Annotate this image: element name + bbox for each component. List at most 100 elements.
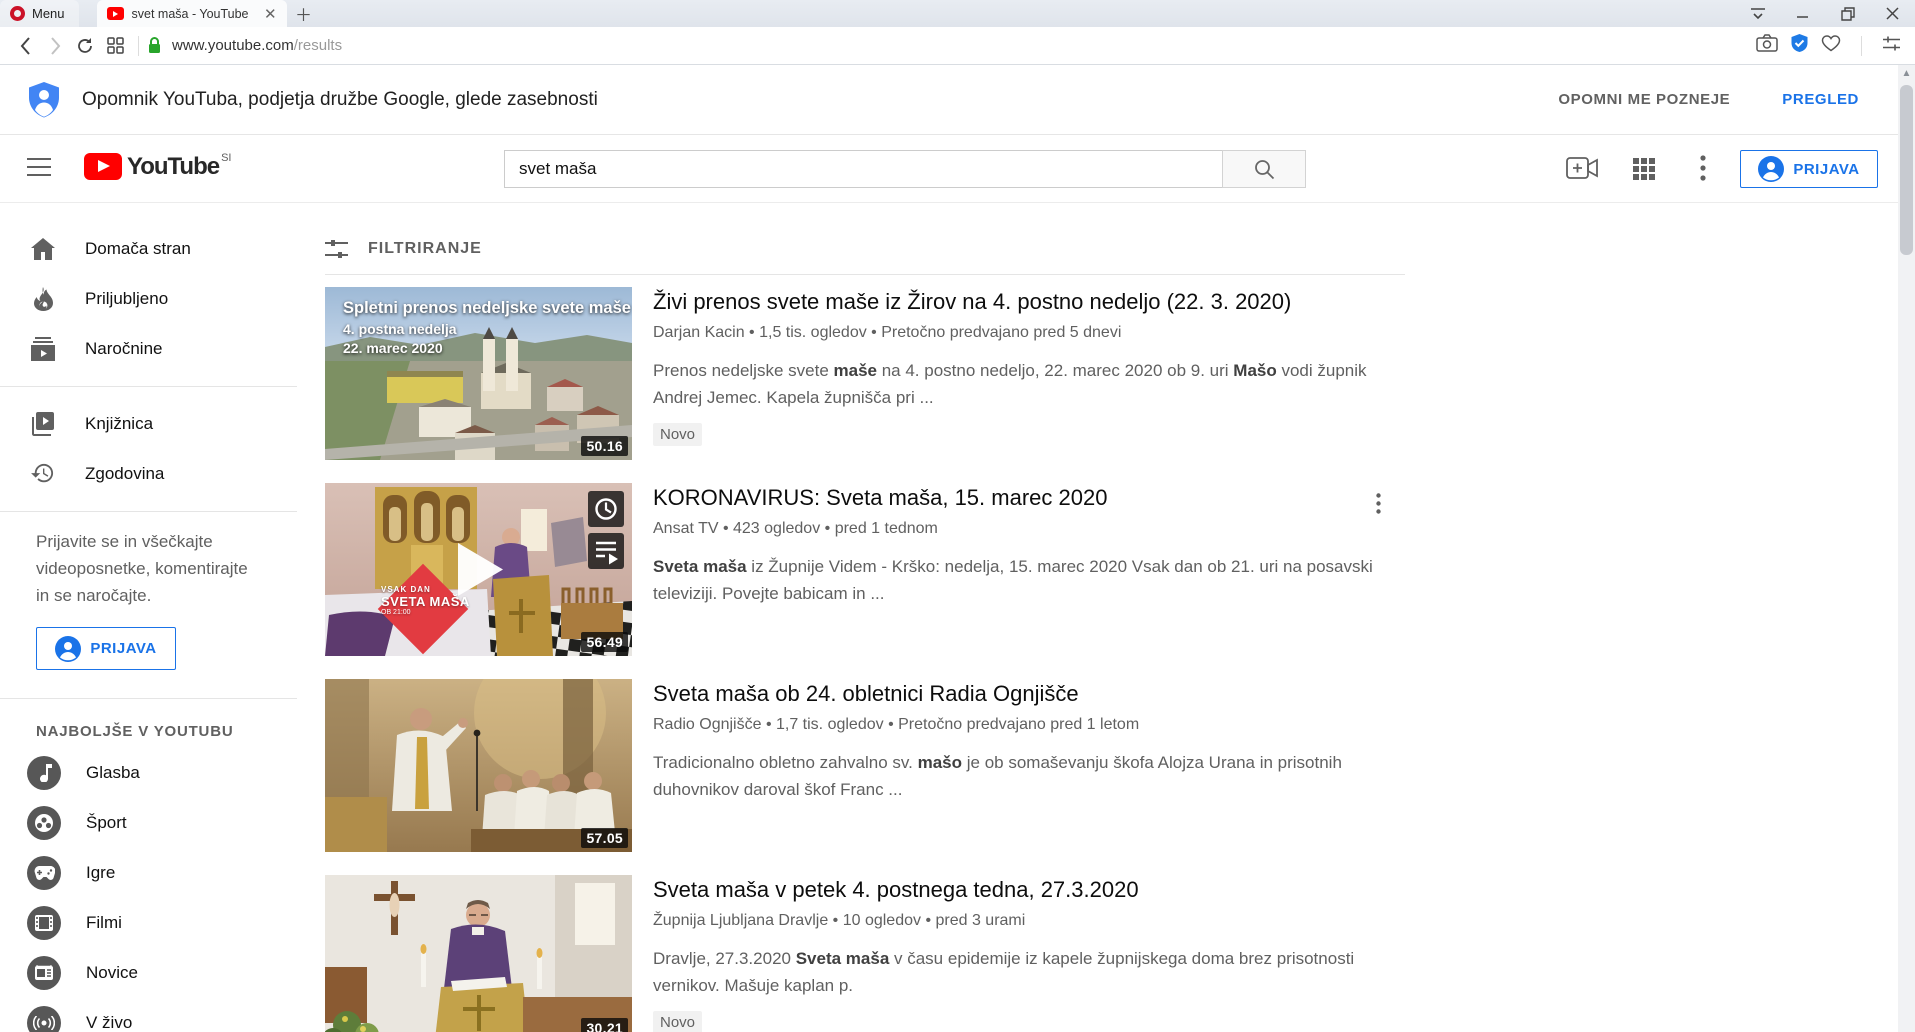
best-of-youtube-header: NAJBOLJŠE V YOUTUBU xyxy=(36,723,297,740)
account-icon xyxy=(1758,156,1784,182)
thumbnail-brand-overlay: VSAK DAN SVETA MAŠA OB 21:00 xyxy=(381,585,470,616)
news-icon xyxy=(27,956,61,990)
video-title[interactable]: Živi prenos svete maše iz Žirov na 4. po… xyxy=(653,288,1405,316)
video-meta: Radio Ognjišče • 1,7 tis. ogledov • Pret… xyxy=(653,716,1405,734)
sidebar-item-trending[interactable]: Priljubljeno xyxy=(0,274,297,324)
video-meta: Ansat TV • 423 ogledov • pred 1 tednom xyxy=(653,520,1405,538)
reload-button[interactable] xyxy=(70,37,100,55)
music-icon xyxy=(27,756,61,790)
guide-menu-icon[interactable] xyxy=(27,158,51,182)
sidebar-item-subscriptions[interactable]: Naročnine xyxy=(0,324,297,374)
create-video-icon[interactable] xyxy=(1566,157,1598,184)
thumbnail-art-church-interior xyxy=(325,483,632,656)
sidebar-divider xyxy=(0,698,297,699)
movies-icon xyxy=(27,906,61,940)
thumbnail-art-anniversary-mass xyxy=(325,679,632,852)
video-meta: Darjan Kacin • 1,5 tis. ogledov • Pretoč… xyxy=(653,324,1405,342)
search-button[interactable] xyxy=(1222,150,1306,188)
video-title[interactable]: Sveta maša v petek 4. postnega tedna, 27… xyxy=(653,876,1405,904)
url-field[interactable]: www.youtube.com/results xyxy=(147,36,1756,55)
sidebar-item-history[interactable]: Zgodovina xyxy=(0,449,297,499)
new-badge: Novo xyxy=(653,1011,702,1032)
duration-badge: 50.16 xyxy=(581,436,628,456)
bookmark-heart-icon[interactable] xyxy=(1821,34,1841,57)
browser-tab[interactable]: svet maša - YouTube ✕ xyxy=(97,0,287,27)
sidebar-item-gaming[interactable]: Igre xyxy=(0,848,297,898)
filter-icon xyxy=(325,239,348,259)
video-options-icon[interactable] xyxy=(1372,489,1385,523)
duration-badge: 57.05 xyxy=(581,828,628,848)
youtube-play-icon xyxy=(84,153,122,180)
live-icon xyxy=(27,1006,61,1032)
sidebar-item-library[interactable]: Knjižnica xyxy=(0,399,297,449)
sidebar-item-movies[interactable]: Filmi xyxy=(0,898,297,948)
duration-badge: 30.21 xyxy=(581,1018,628,1032)
video-thumbnail[interactable]: 57.05 xyxy=(325,679,632,852)
sidebar-item-news[interactable]: Novice xyxy=(0,948,297,998)
add-to-queue-icon xyxy=(588,533,624,569)
window-maximize-button[interactable] xyxy=(1825,0,1870,27)
sidebar-divider xyxy=(0,386,297,387)
sidebar-sign-in-button[interactable]: PRIJAVA xyxy=(36,627,176,670)
video-title[interactable]: Sveta maša ob 24. obletnici Radia Ognjiš… xyxy=(653,680,1405,708)
video-thumbnail[interactable]: Spletni prenos nedeljske svete maše 4. p… xyxy=(325,287,632,460)
back-button[interactable] xyxy=(10,37,40,55)
privacy-banner-text: Opomnik YouTuba, podjetja družbe Google,… xyxy=(82,89,1552,111)
thumbnail-text-overlay: Spletni prenos nedeljske svete maše 4. p… xyxy=(343,299,631,356)
history-icon xyxy=(31,463,55,485)
scrollbar-up-arrow[interactable]: ▲ xyxy=(1898,65,1915,82)
video-thumbnail[interactable]: VSAK DAN SVETA MAŠA OB 21:00 56.49 xyxy=(325,483,632,656)
header-sign-in-button[interactable]: PRIJAVA xyxy=(1740,150,1878,188)
tab-menu-icon[interactable] xyxy=(1735,0,1780,27)
apps-grid-icon[interactable] xyxy=(1632,157,1656,186)
opera-logo-icon xyxy=(10,6,25,21)
youtube-favicon-icon xyxy=(107,7,124,20)
address-bar-separator xyxy=(138,36,139,56)
window-minimize-button[interactable] xyxy=(1780,0,1825,27)
sidebar-item-live[interactable]: V živo xyxy=(0,998,297,1032)
adblock-shield-icon[interactable] xyxy=(1790,33,1809,58)
video-result-row: 30.21 Sveta maša v petek 4. postnega ted… xyxy=(325,875,1405,1032)
scrollbar-thumb[interactable] xyxy=(1900,85,1913,255)
gaming-icon xyxy=(27,856,61,890)
more-options-icon[interactable] xyxy=(1700,155,1706,186)
secure-lock-icon xyxy=(147,36,162,55)
video-description: Tradicionalno obletno zahvalno sv. mašo … xyxy=(653,749,1405,803)
search-input[interactable] xyxy=(504,150,1222,188)
forward-button[interactable] xyxy=(40,37,70,55)
snapshot-camera-icon[interactable] xyxy=(1756,34,1778,57)
opera-menu-button[interactable]: Menu xyxy=(0,0,79,27)
easy-setup-icon[interactable] xyxy=(1882,35,1901,57)
tab-title: svet maša - YouTube xyxy=(132,7,254,21)
video-title[interactable]: KORONAVIRUS: Sveta maša, 15. marec 2020 xyxy=(653,484,1405,512)
new-tab-button[interactable]: ＋ xyxy=(287,0,321,27)
video-result-row: 57.05 Sveta maša ob 24. obletnici Radia … xyxy=(325,679,1405,852)
thumbnail-art-chapel-mass xyxy=(325,875,632,1032)
trending-icon xyxy=(31,287,55,311)
tab-close-icon[interactable]: ✕ xyxy=(262,5,279,23)
video-thumbnail[interactable]: 30.21 xyxy=(325,875,632,1032)
home-icon xyxy=(31,238,55,260)
search-icon xyxy=(1254,159,1275,180)
youtube-header: YouTube SI PRIJAVA xyxy=(0,135,1915,203)
speed-dial-icon[interactable] xyxy=(100,37,130,54)
search-results: FILTRIRANJE xyxy=(297,203,1915,1029)
address-bar-separator xyxy=(1861,36,1862,56)
sidebar-item-music[interactable]: Glasba xyxy=(0,748,297,798)
new-badge: Novo xyxy=(653,423,702,446)
remind-later-button[interactable]: OPOMNI ME POZNEJE xyxy=(1552,83,1736,116)
review-button[interactable]: PREGLED xyxy=(1776,83,1865,116)
sidebar-item-home[interactable]: Domača stran xyxy=(0,224,297,274)
sidebar-signin-text: Prijavite se in všečkajte videoposnetke,… xyxy=(36,528,263,609)
window-close-button[interactable] xyxy=(1870,0,1915,27)
video-description: Sveta maša iz Župnije Videm - Krško: ned… xyxy=(653,553,1405,607)
sidebar-item-sports[interactable]: Šport xyxy=(0,798,297,848)
sidebar-divider xyxy=(0,511,297,512)
watch-later-icon xyxy=(588,491,624,527)
address-bar: www.youtube.com/results xyxy=(0,27,1915,65)
url-text: www.youtube.com/results xyxy=(172,37,342,54)
sidebar: Domača stran Priljubljeno Naročnine Knji… xyxy=(0,203,297,1029)
privacy-shield-icon xyxy=(27,81,61,119)
filter-button[interactable]: FILTRIRANJE xyxy=(325,239,482,259)
youtube-logo[interactable]: YouTube SI xyxy=(84,153,232,180)
